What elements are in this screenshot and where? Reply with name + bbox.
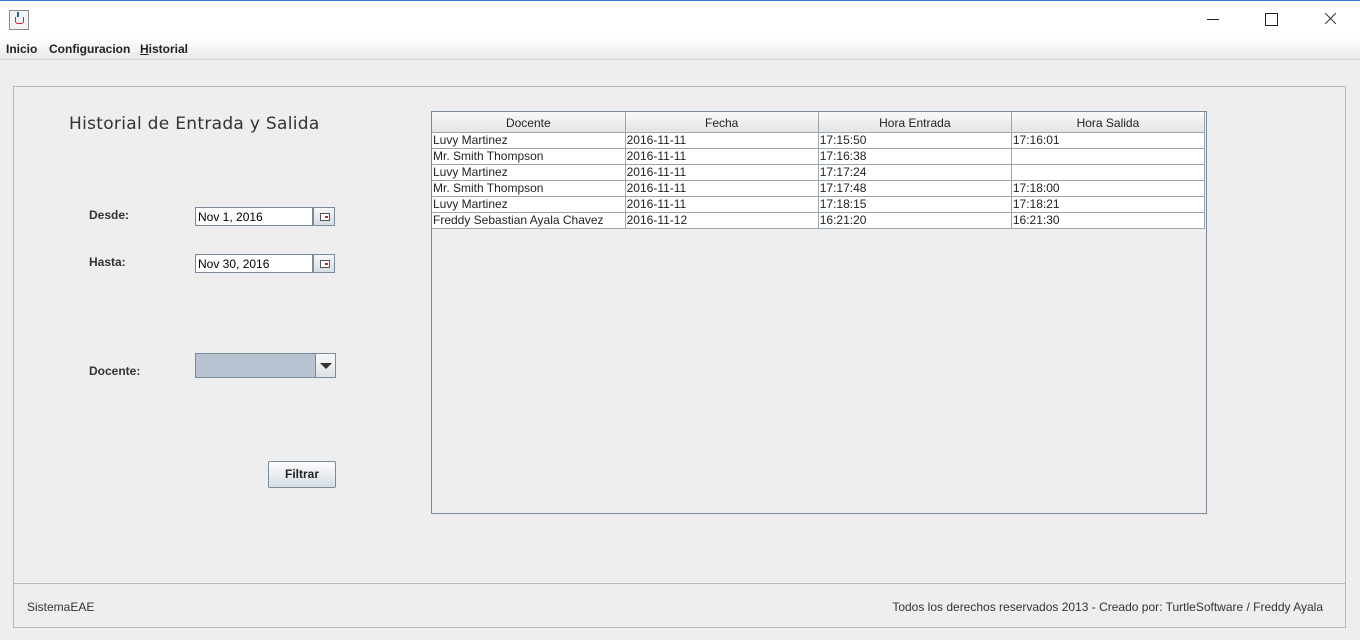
maximize-button[interactable]	[1242, 1, 1300, 37]
cell-hora-salida[interactable]	[1011, 148, 1206, 165]
footer-copyright: Todos los derechos reservados 2013 - Cre…	[892, 600, 1323, 614]
minimize-button[interactable]	[1184, 1, 1242, 37]
hasta-label: Hasta:	[89, 255, 126, 269]
cell-fecha[interactable]: 2016-11-11	[625, 164, 819, 181]
filtrar-button[interactable]: Filtrar	[268, 461, 336, 488]
main-panel: Historial de Entrada y Salida Desde: Nov…	[13, 86, 1346, 628]
cell-docente[interactable]: Luvy Martinez	[432, 164, 626, 181]
cell-hora-salida[interactable]: 17:18:00	[1011, 180, 1206, 197]
table-row[interactable]: Mr. Smith Thompson 2016-11-11 17:17:48 1…	[432, 180, 1206, 197]
table-row[interactable]: Luvy Martinez 2016-11-11 17:17:24	[432, 164, 1206, 181]
title-bar	[0, 0, 1360, 38]
table-header-row: Docente Fecha Hora Entrada Hora Salida	[432, 112, 1206, 133]
column-header-docente[interactable]: Docente	[432, 112, 626, 133]
cell-docente[interactable]: Mr. Smith Thompson	[432, 180, 626, 197]
history-table[interactable]: Docente Fecha Hora Entrada Hora Salida L…	[431, 111, 1207, 514]
page-title: Historial de Entrada y Salida	[69, 114, 320, 134]
menu-historial-rest: istorial	[148, 42, 189, 56]
calendar-icon	[320, 213, 330, 221]
hasta-date-field[interactable]: Nov 30, 2016	[195, 254, 313, 273]
cell-hora-salida[interactable]: 17:16:01	[1011, 132, 1206, 149]
close-button[interactable]	[1300, 1, 1358, 37]
cell-hora-entrada[interactable]: 17:16:38	[818, 148, 1012, 165]
column-header-fecha[interactable]: Fecha	[625, 112, 819, 133]
cell-hora-salida[interactable]: 17:18:21	[1011, 196, 1206, 213]
cell-docente[interactable]: Luvy Martinez	[432, 196, 626, 213]
menu-historial[interactable]: Historial	[140, 42, 188, 56]
chevron-down-icon[interactable]	[315, 354, 335, 377]
cell-hora-salida[interactable]: 16:21:30	[1011, 212, 1206, 229]
cell-docente[interactable]: Luvy Martinez	[432, 132, 626, 149]
hasta-calendar-button[interactable]	[313, 254, 335, 273]
table-row[interactable]: Freddy Sebastian Ayala Chavez 2016-11-12…	[432, 212, 1206, 229]
cell-hora-entrada[interactable]: 17:15:50	[818, 132, 1012, 149]
desde-calendar-button[interactable]	[313, 207, 335, 226]
cell-fecha[interactable]: 2016-11-11	[625, 148, 819, 165]
cell-hora-entrada[interactable]: 16:21:20	[818, 212, 1012, 229]
column-header-hora-entrada[interactable]: Hora Entrada	[818, 112, 1012, 133]
cell-hora-entrada[interactable]: 17:18:15	[818, 196, 1012, 213]
desde-date-field[interactable]: Nov 1, 2016	[195, 207, 313, 226]
menu-historial-mnemonic: H	[140, 42, 149, 56]
cell-fecha[interactable]: 2016-11-11	[625, 132, 819, 149]
cell-docente[interactable]: Freddy Sebastian Ayala Chavez	[432, 212, 626, 229]
footer-divider	[14, 583, 1345, 584]
cell-fecha[interactable]: 2016-11-12	[625, 212, 819, 229]
table-row[interactable]: Luvy Martinez 2016-11-11 17:18:15 17:18:…	[432, 196, 1206, 213]
column-header-hora-salida[interactable]: Hora Salida	[1011, 112, 1206, 133]
cell-hora-entrada[interactable]: 17:17:48	[818, 180, 1012, 197]
table-row[interactable]: Mr. Smith Thompson 2016-11-11 17:16:38	[432, 148, 1206, 165]
menu-bar: Inicio Configuracion Historial	[0, 38, 1360, 60]
cell-hora-entrada[interactable]: 17:17:24	[818, 164, 1012, 181]
docente-label: Docente:	[89, 364, 141, 378]
menu-inicio[interactable]: Inicio	[6, 42, 37, 56]
calendar-icon	[320, 260, 330, 268]
cell-fecha[interactable]: 2016-11-11	[625, 196, 819, 213]
desde-label: Desde:	[89, 208, 130, 222]
table-row[interactable]: Luvy Martinez 2016-11-11 17:15:50 17:16:…	[432, 132, 1206, 149]
docente-combobox[interactable]	[195, 353, 336, 378]
footer-app-name: SistemaEAE	[27, 600, 95, 614]
java-cup-icon[interactable]	[9, 10, 29, 30]
cell-docente[interactable]: Mr. Smith Thompson	[432, 148, 626, 165]
cell-fecha[interactable]: 2016-11-11	[625, 180, 819, 197]
menu-configuracion[interactable]: Configuracion	[49, 42, 130, 56]
cell-hora-salida[interactable]	[1011, 164, 1206, 181]
